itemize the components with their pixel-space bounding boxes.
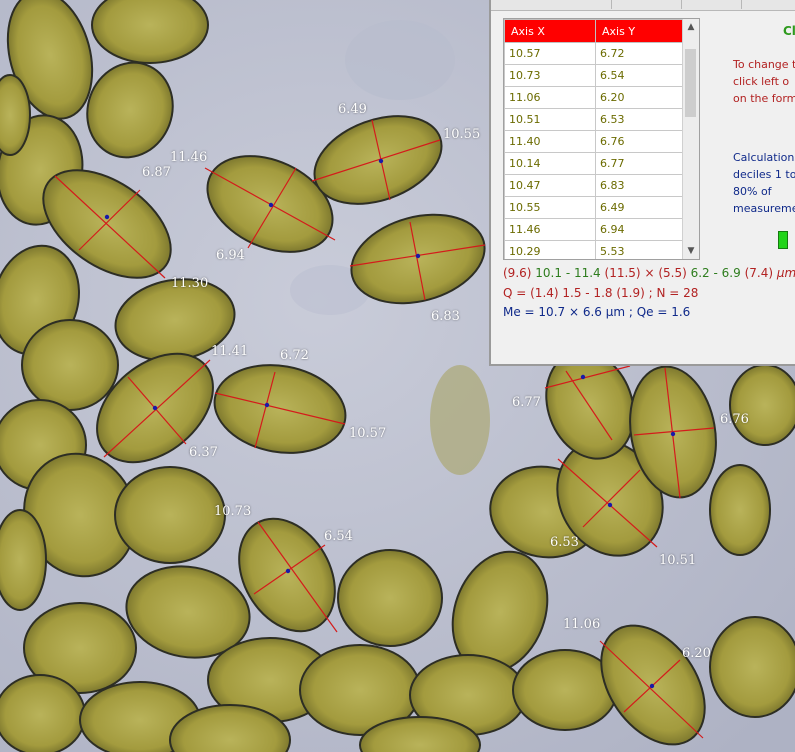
tab-strip	[491, 0, 795, 11]
quotient-summary: Q = (1.4) 1.5 - 1.8 (1.9) ; N = 28	[503, 286, 699, 300]
measure-label: 6.72	[280, 348, 309, 363]
cell-axis-x[interactable]: 11.46	[504, 218, 596, 241]
measure-label: 11.06	[563, 617, 601, 632]
measure-label: 11.46	[170, 150, 208, 165]
scroll-up-icon[interactable]: ▲	[683, 19, 699, 35]
column-header-axis-x[interactable]: Axis X	[504, 19, 596, 43]
column-header-axis-y[interactable]: Axis Y	[595, 19, 685, 43]
measure-label: 6.76	[720, 412, 749, 427]
tab-results[interactable]	[611, 0, 682, 9]
status-indicator	[778, 231, 788, 249]
length-range: 10.1 - 11.4	[535, 266, 601, 280]
info-text: click left o	[733, 75, 790, 88]
measure-label: 6.87	[142, 165, 171, 180]
measure-label: 6.49	[338, 102, 367, 117]
cell-axis-x[interactable]: 10.73	[504, 64, 596, 87]
results-panel: Axis X Axis Y 10.57 6.72 10.73 6.54 11.06 6…	[489, 0, 795, 366]
table-row[interactable]: 10.47 6.83	[504, 174, 685, 197]
cell-axis-y[interactable]: 6.83	[595, 174, 685, 197]
scroll-down-icon[interactable]: ▼	[683, 243, 699, 259]
table-row[interactable]: 11.06 6.20	[504, 86, 685, 109]
tab-options[interactable]	[681, 0, 742, 9]
cell-axis-y[interactable]: 6.77	[595, 152, 685, 175]
faint-spore	[430, 365, 490, 475]
measure-label: 6.37	[189, 445, 218, 460]
table-row[interactable]: 11.46 6.94	[504, 218, 685, 241]
cell-axis-y[interactable]: 6.49	[595, 196, 685, 219]
width-min: (5.5)	[658, 266, 687, 280]
mean-summary: Me = 10.7 × 6.6 µm ; Qe = 1.6	[503, 305, 691, 319]
measure-label: 6.53	[550, 535, 579, 550]
measurements-table: Axis X Axis Y 10.57 6.72 10.73 6.54 11.06 6…	[504, 19, 685, 259]
info-text: 80% of	[733, 185, 772, 198]
cell-axis-y[interactable]: 5.53	[595, 240, 685, 259]
table-row[interactable]: 10.14 6.77	[504, 152, 685, 175]
tab-measures[interactable]	[491, 0, 612, 9]
table-row[interactable]: 10.73 6.54	[504, 64, 685, 87]
table-row[interactable]: 10.55 6.49	[504, 196, 685, 219]
measure-label: 6.54	[324, 529, 353, 544]
cell-axis-y[interactable]: 6.76	[595, 130, 685, 153]
size-range-summary: (9.6) 10.1 - 11.4 (11.5) × (5.5) 6.2 - 6…	[503, 266, 795, 280]
measure-label: 6.77	[512, 395, 541, 410]
measure-label: 10.51	[659, 553, 697, 568]
unit-label: µm	[776, 266, 795, 280]
table-row[interactable]: 11.40 6.76	[504, 130, 685, 153]
measure-label: 10.73	[214, 504, 252, 519]
measure-label: 11.30	[171, 276, 209, 291]
cell-axis-y[interactable]: 6.20	[595, 86, 685, 109]
measure-label: 10.55	[443, 127, 481, 142]
measure-label: 10.57	[349, 426, 387, 441]
table-row[interactable]: 10.51 6.53	[504, 108, 685, 131]
cell-axis-x[interactable]: 11.40	[504, 130, 596, 153]
table-row[interactable]: 10.57 6.72	[504, 42, 685, 65]
measure-label: 11.41	[211, 344, 249, 359]
panel-heading: Cl	[783, 24, 795, 38]
cell-axis-y[interactable]: 6.54	[595, 64, 685, 87]
length-max: (11.5)	[604, 266, 641, 280]
cell-axis-x[interactable]: 10.29	[504, 240, 596, 259]
measurements-grid[interactable]: Axis X Axis Y 10.57 6.72 10.73 6.54 11.06 6…	[503, 18, 700, 260]
cell-axis-x[interactable]: 10.55	[504, 196, 596, 219]
cell-axis-y[interactable]: 6.53	[595, 108, 685, 131]
cell-axis-x[interactable]: 11.06	[504, 86, 596, 109]
length-min: (9.6)	[503, 266, 532, 280]
info-text: measuremen	[733, 202, 795, 215]
cell-axis-y[interactable]: 6.94	[595, 218, 685, 241]
cell-axis-y[interactable]: 6.72	[595, 42, 685, 65]
cell-axis-x[interactable]: 10.51	[504, 108, 596, 131]
cell-axis-x[interactable]: 10.57	[504, 42, 596, 65]
cell-axis-x[interactable]: 10.47	[504, 174, 596, 197]
info-text: deciles 1 to	[733, 168, 795, 181]
measure-label: 6.20	[682, 646, 711, 661]
table-scrollbar[interactable]: ▲ ▼	[682, 19, 699, 259]
width-max: (7.4)	[744, 266, 774, 280]
width-range: 6.2 - 6.9	[690, 266, 741, 280]
info-text: Calculations	[733, 151, 795, 164]
times-sign: ×	[644, 266, 655, 280]
table-row[interactable]: 10.29 5.53	[504, 240, 685, 259]
info-text: on the form	[733, 92, 795, 105]
measure-label: 6.94	[216, 248, 245, 263]
cell-axis-x[interactable]: 10.14	[504, 152, 596, 175]
measure-label: 6.83	[431, 309, 460, 324]
scrollbar-thumb[interactable]	[685, 49, 696, 117]
info-text: To change t	[733, 58, 795, 71]
